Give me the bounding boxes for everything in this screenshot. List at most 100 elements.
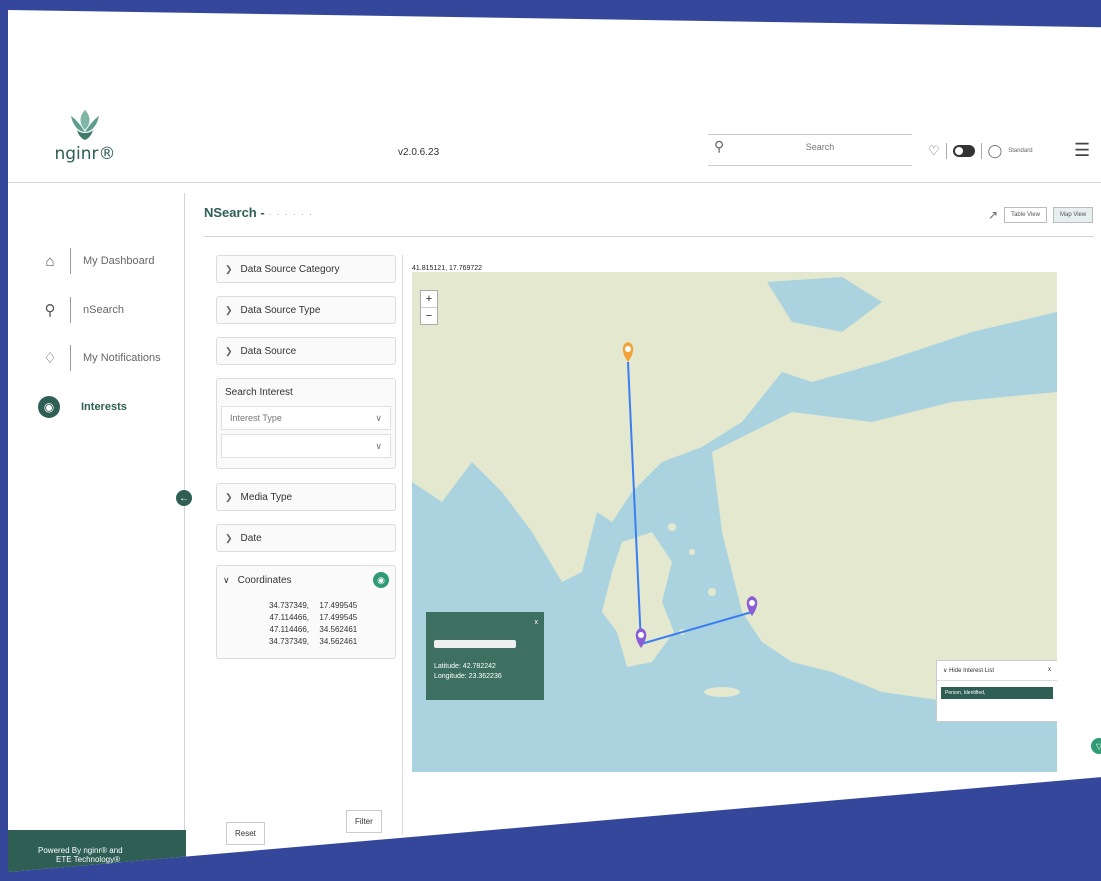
chevron-right-icon: ❯ — [225, 304, 233, 315]
title-divider — [204, 236, 1094, 237]
nginr-logo[interactable]: nginr® — [50, 108, 120, 164]
page-title-text: NSearch - — [204, 205, 265, 220]
interest-type-value: Interest Type — [230, 413, 282, 423]
chevron-right-icon: ❯ — [225, 532, 233, 543]
search-interest-title: Search Interest — [225, 387, 293, 398]
interest-list-header[interactable]: ∨ Hide Interest List x — [937, 661, 1057, 681]
coordinate-row: 47.114466, 17.499545 — [263, 612, 389, 624]
accordion-data-source-category[interactable]: ❯ Data Source Category — [216, 255, 396, 283]
user-icon[interactable]: ◯ — [988, 143, 1003, 159]
bell-icon: ♢ — [43, 350, 57, 367]
popup-latitude: Latitude: 42.782242 — [434, 663, 496, 670]
chevron-right-icon: ❯ — [225, 263, 233, 274]
zoom-in-button[interactable]: + — [421, 291, 437, 308]
zoom-control: + − — [420, 290, 438, 325]
coord-lng: 34.562461 — [319, 637, 358, 646]
reset-button[interactable]: Reset — [226, 822, 265, 845]
collapse-sidebar-icon[interactable]: ← — [176, 490, 192, 506]
app-window: nginr® v2.0.6.23 ⚲ ♡ ◯ Standard ☰ ⌂ My D… — [8, 10, 1101, 872]
interest-type-select[interactable]: Interest Type ∨ — [221, 406, 391, 430]
footer-line1: Powered By nginr® and — [38, 846, 123, 855]
coord-lat: 34.737349, — [268, 601, 309, 610]
island — [689, 549, 695, 555]
logo-text: nginr® — [54, 144, 116, 164]
sidebar-item-interests[interactable]: ◉ Interests — [38, 394, 127, 420]
view-switcher: ↗ Table View Map View — [988, 207, 1094, 223]
filter-panel: ❯ Data Source Category ❯ Data Source Typ… — [216, 255, 396, 659]
map-filter-icon[interactable]: ▽ — [1091, 738, 1101, 754]
sidebar-item-notifications[interactable]: ♢ My Notifications — [38, 345, 161, 371]
zoom-out-button[interactable]: − — [421, 308, 437, 324]
chevron-right-icon: ❯ — [225, 491, 233, 502]
chevron-right-icon: ❯ — [225, 345, 233, 356]
coordinates-list: 34.737349, 17.499545 47.114466, 17.49954… — [223, 600, 389, 648]
map-pin-icon[interactable]: ◉ — [373, 572, 389, 588]
page-title: NSearch - · · · · · · — [204, 205, 313, 220]
accordion-date[interactable]: ❯ Date — [216, 524, 396, 552]
coordinate-row: 34.737349, 34.562461 — [263, 636, 389, 648]
sidebar-item-dashboard[interactable]: ⌂ My Dashboard — [38, 248, 155, 274]
accordion-data-source[interactable]: ❯ Data Source — [216, 337, 396, 365]
sidebar-item-label: nSearch — [83, 304, 124, 316]
interest-select[interactable]: ∨ — [221, 434, 391, 458]
island — [668, 523, 676, 531]
accordion-data-source-type[interactable]: ❯ Data Source Type — [216, 296, 396, 324]
nav-separator — [70, 297, 71, 323]
accordion-label: Media Type — [240, 491, 293, 503]
coord-lng: 17.499545 — [319, 613, 358, 622]
header-actions: ♡ ◯ Standard — [928, 143, 1033, 159]
sidebar-item-nsearch[interactable]: ⚲ nSearch — [38, 297, 124, 323]
interest-list-title: Hide Interest List — [949, 668, 995, 674]
map-canvas[interactable]: + − x Latitude: 42.782242 Longitude: 23.… — [412, 272, 1057, 772]
coord-lat: 34.737349, — [268, 637, 309, 646]
map-scrollbar[interactable] — [212, 842, 1092, 868]
chevron-down-icon: ∨ — [943, 668, 948, 674]
panel-divider — [402, 255, 403, 835]
redacted-name — [434, 640, 516, 648]
coordinates-title: Coordinates — [237, 574, 292, 586]
search-input[interactable] — [738, 141, 902, 153]
chevron-down-icon: ∨ — [223, 574, 230, 585]
global-search[interactable]: ⚲ — [708, 134, 912, 166]
accordion-label: Date — [240, 532, 262, 544]
popup-longitude: Longitude: 23.362236 — [434, 673, 502, 680]
nav-separator — [68, 394, 69, 420]
search-icon: ⚲ — [44, 302, 56, 319]
sidebar-item-label: My Dashboard — [83, 255, 155, 267]
separator — [980, 143, 982, 159]
coord-lng: 34.562461 — [319, 625, 358, 634]
version-label: v2.0.6.23 — [398, 147, 440, 158]
interest-list-item[interactable]: Person, Identified, — [941, 687, 1053, 699]
close-icon[interactable]: x — [535, 618, 539, 628]
sidebar-divider — [184, 193, 185, 833]
coord-lat: 47.114466, — [269, 625, 309, 634]
close-icon[interactable]: x — [1048, 667, 1051, 674]
nav-separator — [70, 248, 71, 274]
coordinates-header[interactable]: ∨ Coordinates ◉ — [223, 572, 389, 588]
accordion-label: Data Source — [240, 345, 297, 357]
coord-lat: 47.114466, — [269, 613, 309, 622]
island — [708, 588, 716, 596]
crete-island — [704, 687, 740, 697]
accordion-media-type[interactable]: ❯ Media Type — [216, 483, 396, 511]
notification-bell-icon[interactable]: ♡ — [928, 143, 940, 159]
hamburger-menu-icon[interactable]: ☰ — [1074, 140, 1090, 161]
theme-toggle-icon[interactable] — [952, 145, 975, 157]
search-interest-section: Search Interest Interest Type ∨ ∨ — [216, 378, 396, 469]
interests-icon: ◉ — [38, 396, 60, 418]
separator — [945, 143, 947, 159]
sidebar-item-label: Interests — [81, 401, 127, 413]
sidebar-item-label: My Notifications — [83, 352, 161, 364]
map-view-button[interactable]: Map View — [1052, 207, 1094, 223]
interest-list-panel: ∨ Hide Interest List x Person, Identifie… — [936, 660, 1057, 722]
coordinates-section: ∨ Coordinates ◉ 34.737349, 17.499545 47.… — [216, 565, 396, 659]
filter-button[interactable]: Filter — [346, 810, 382, 833]
cursor-coordinates: 41.815121, 17.769722 — [412, 265, 483, 272]
table-view-button[interactable]: Table View — [1004, 207, 1047, 223]
user-role: Standard — [1008, 148, 1033, 154]
sidebar: ⌂ My Dashboard ⚲ nSearch ♢ My Notificati… — [8, 183, 184, 872]
external-link-icon[interactable]: ↗ — [988, 208, 998, 222]
footer-line2: ETE Technology® — [56, 855, 121, 864]
accordion-label: Data Source Category — [240, 263, 340, 275]
home-icon: ⌂ — [45, 252, 55, 270]
